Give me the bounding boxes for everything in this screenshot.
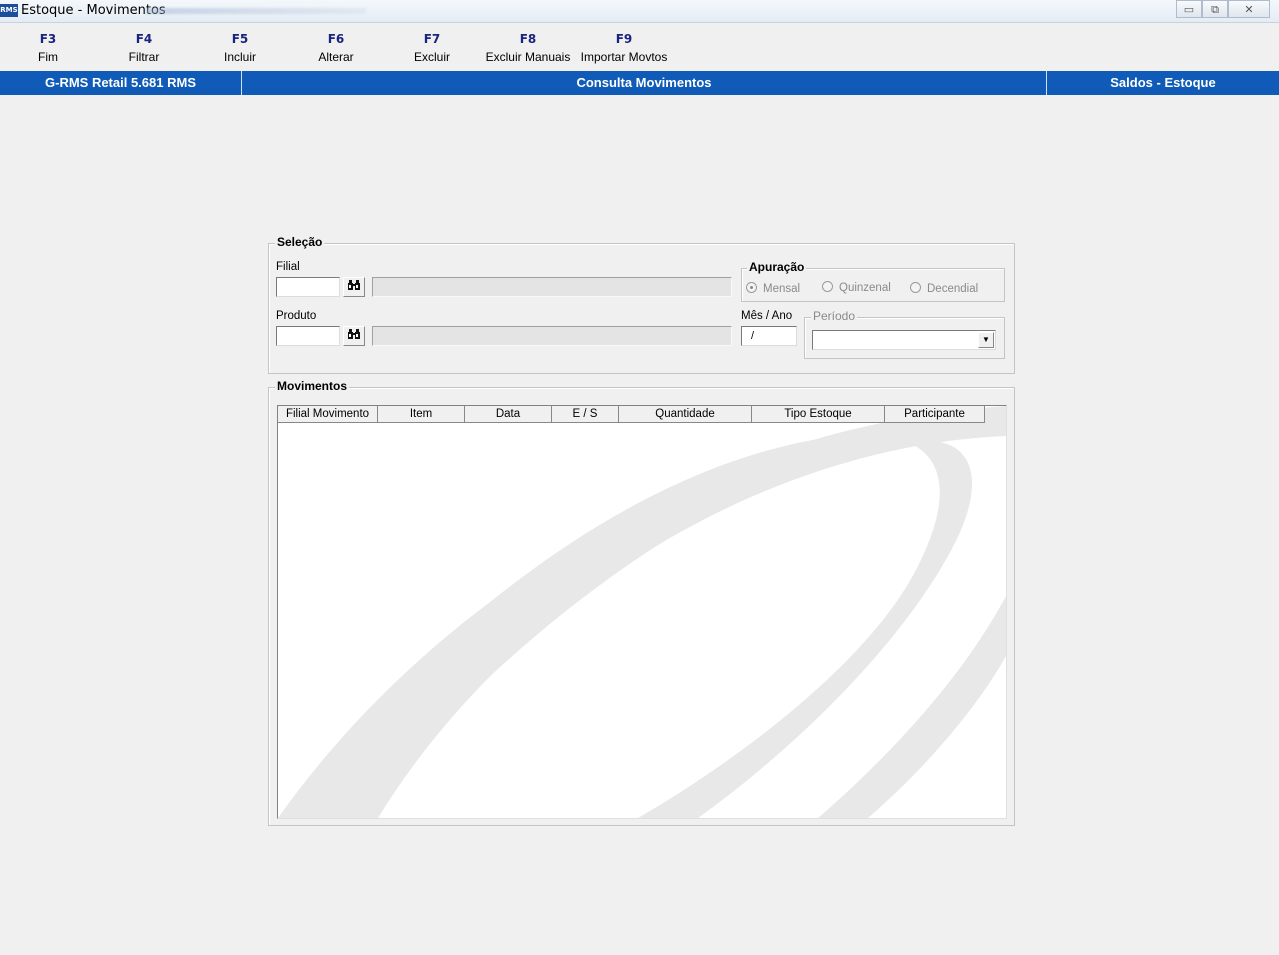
periodo-group: Período ▼ (804, 309, 1005, 359)
movimentos-grid[interactable]: Filial Movimento Item Data E / S Quantid… (277, 405, 1007, 819)
radio-unselected-icon (822, 281, 833, 292)
toolbar-key: F5 (231, 32, 249, 46)
screen-title: Consulta Movimentos (241, 71, 1046, 95)
radio-quinzenal-label: Quinzenal (839, 282, 891, 294)
column-header-data[interactable]: Data (465, 406, 552, 423)
column-header-item[interactable]: Item (378, 406, 465, 423)
toolbar-button-incluir[interactable]: F5 Incluir (192, 30, 288, 64)
binoculars-icon (348, 329, 360, 339)
radio-decendial-label: Decendial (927, 283, 979, 295)
produto-search-button[interactable] (343, 326, 365, 346)
apuracao-title: Apuração (747, 260, 807, 274)
toolbar-key: F6 (327, 32, 345, 46)
toolbar-key: F9 (615, 32, 633, 46)
column-header-tipo-estoque[interactable]: Tipo Estoque (752, 406, 885, 423)
toolbar-key: F3 (39, 32, 57, 46)
toolbar-button-alterar[interactable]: F6 Alterar (288, 30, 384, 64)
movimentos-title: Movimentos (275, 379, 350, 393)
toolbar-button-excluir-manuais[interactable]: F8 Excluir Manuais (480, 30, 576, 64)
toolbar-label: Importar Movtos (580, 50, 668, 64)
toolbar-label: Excluir Manuais (485, 50, 571, 64)
restore-button[interactable]: ⧉ (1202, 0, 1228, 18)
filial-search-button[interactable] (343, 277, 365, 297)
filial-label: Filial (276, 261, 300, 273)
chevron-down-icon[interactable]: ▼ (978, 332, 994, 348)
toolbar-key: F8 (519, 32, 537, 46)
column-header-es[interactable]: E / S (552, 406, 619, 423)
app-version-label: G-RMS Retail 5.681 RMS (45, 75, 196, 90)
radio-mensal[interactable]: Mensal (746, 282, 800, 295)
produto-description (372, 326, 732, 346)
column-header-quantidade[interactable]: Quantidade (619, 406, 752, 423)
radio-mensal-label: Mensal (763, 283, 801, 295)
toolbar-label: Incluir (223, 50, 256, 64)
column-header-participante[interactable]: Participante (885, 406, 985, 423)
mes-ano-label: Mês / Ano (741, 310, 793, 322)
radio-decendial[interactable]: Decendial (910, 282, 978, 295)
produto-input[interactable] (276, 326, 340, 346)
title-bar-blurred-region (146, 8, 366, 14)
toolbar-button-importar-movtos[interactable]: F9 Importar Movtos (576, 30, 672, 64)
radio-quinzenal[interactable]: Quinzenal (822, 281, 891, 294)
periodo-select[interactable]: ▼ (812, 330, 996, 350)
toolbar-label: Excluir (413, 50, 450, 64)
column-header-filial-movimento[interactable]: Filial Movimento (278, 406, 378, 423)
binoculars-icon (348, 280, 360, 290)
toolbar-button-fim[interactable]: F3 Fim (0, 30, 96, 64)
toolbar-key: F4 (135, 32, 153, 46)
window-title: Estoque - Movimentos (21, 3, 166, 18)
periodo-title: Período (811, 309, 858, 323)
close-button[interactable]: ✕ (1228, 0, 1270, 18)
function-toolbar: F3 Fim F4 Filtrar F5 Incluir F6 Alterar … (0, 22, 1279, 69)
watermark-swoosh-icon (278, 406, 1006, 818)
module-title: Saldos - Estoque (1046, 71, 1279, 95)
title-bar: RMS Estoque - Movimentos ▭ ⧉ ✕ (0, 0, 1279, 23)
toolbar-button-excluir[interactable]: F7 Excluir (384, 30, 480, 64)
produto-label: Produto (276, 310, 317, 322)
grid-header-row: Filial Movimento Item Data E / S Quantid… (278, 406, 985, 424)
toolbar-label: Filtrar (128, 50, 160, 64)
toolbar-key: F7 (423, 32, 441, 46)
header-bar: G-RMS Retail 5.681 RMS Consulta Moviment… (0, 71, 1279, 95)
filial-input[interactable] (276, 277, 340, 297)
toolbar-label: Fim (38, 50, 58, 64)
minimize-button[interactable]: ▭ (1176, 0, 1202, 18)
app-logo-icon: RMS (0, 4, 18, 17)
radio-selected-icon (746, 282, 757, 293)
apuracao-group: Apuração Mensal Quinzenal Decendial (741, 260, 1005, 302)
filial-description (372, 277, 732, 297)
selecao-group: Seleção Filial Produto Apuração Mensal Q… (268, 235, 1015, 374)
toolbar-label: Alterar (318, 50, 354, 64)
mes-ano-input[interactable]: / (741, 326, 797, 346)
toolbar-button-filtrar[interactable]: F4 Filtrar (96, 30, 192, 64)
radio-unselected-icon (910, 282, 921, 293)
selecao-title: Seleção (275, 235, 325, 249)
